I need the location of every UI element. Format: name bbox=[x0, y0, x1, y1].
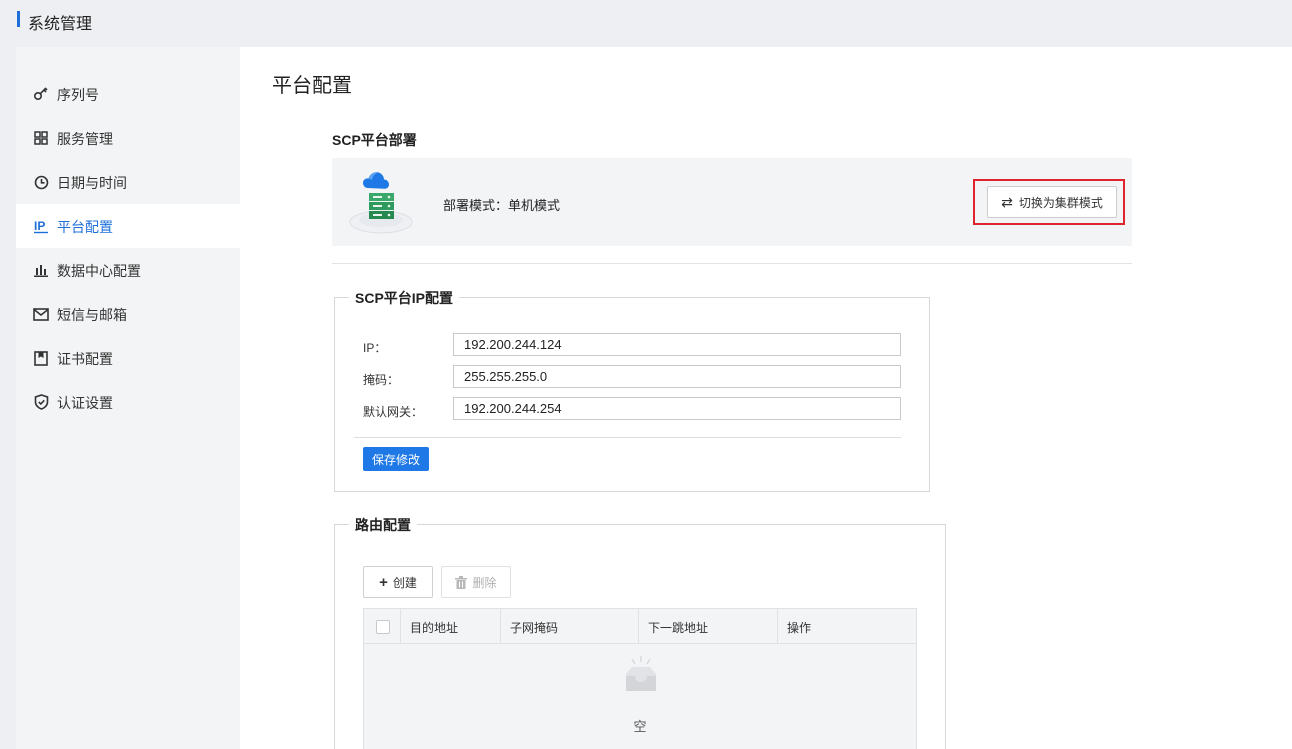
section-divider bbox=[332, 263, 1132, 264]
column-header-next-hop: 下一跳地址 bbox=[638, 609, 777, 644]
sidebar: 序列号 服务管理 日期与时间 IP 平台配置 数据中心配置 短信与邮箱 证书配置… bbox=[16, 47, 240, 749]
column-header-actions: 操作 bbox=[777, 609, 916, 644]
sidebar-item-datetime[interactable]: 日期与时间 bbox=[16, 160, 240, 204]
bar-chart-icon bbox=[33, 262, 49, 278]
sidebar-item-label: 序列号 bbox=[57, 87, 99, 103]
create-button[interactable]: + 创建 bbox=[363, 566, 433, 598]
certificate-icon bbox=[33, 350, 49, 366]
mask-input[interactable] bbox=[453, 365, 901, 388]
top-bar: 系统管理 bbox=[0, 0, 1292, 46]
route-table: 目的地址 子网掩码 下一跳地址 操作 空 bbox=[363, 608, 917, 749]
sidebar-item-serial[interactable]: 序列号 bbox=[16, 72, 240, 116]
key-icon bbox=[33, 86, 49, 102]
delete-label: 删除 bbox=[472, 575, 497, 590]
sidebar-item-platform[interactable]: IP 平台配置 bbox=[16, 204, 240, 248]
select-all-checkbox[interactable] bbox=[376, 620, 390, 634]
delete-button[interactable]: 删除 bbox=[441, 566, 511, 598]
page-title: 平台配置 bbox=[272, 75, 352, 97]
svg-text:IP: IP bbox=[34, 219, 45, 233]
sidebar-item-label: 平台配置 bbox=[57, 219, 113, 235]
save-button[interactable]: 保存修改 bbox=[363, 447, 429, 471]
trash-icon bbox=[455, 575, 468, 589]
sidebar-item-certificate[interactable]: 证书配置 bbox=[16, 336, 240, 380]
switch-cluster-mode-label: 切换为集群模式 bbox=[1018, 195, 1103, 210]
sidebar-item-label: 短信与邮箱 bbox=[57, 307, 127, 323]
create-label: 创建 bbox=[392, 575, 417, 590]
mail-icon bbox=[33, 306, 49, 322]
main-panel: 平台配置 SCP平台部署 部署模式：单机模式 ⇄ 切换为集群模式 SCP平台IP… bbox=[240, 47, 1292, 749]
column-header-subnet-mask: 子网掩码 bbox=[500, 609, 638, 644]
plus-icon: + bbox=[379, 573, 388, 591]
table-header: 目的地址 子网掩码 下一跳地址 操作 bbox=[364, 609, 916, 644]
ip-icon: IP bbox=[33, 218, 49, 234]
sidebar-item-label: 证书配置 bbox=[57, 351, 113, 367]
app-title: 系统管理 bbox=[28, 16, 93, 33]
sidebar-item-label: 认证设置 bbox=[57, 395, 113, 411]
sidebar-item-service[interactable]: 服务管理 bbox=[16, 116, 240, 160]
mask-label: 掩码： bbox=[363, 373, 400, 387]
column-header-destination: 目的地址 bbox=[400, 609, 500, 644]
server-cloud-icon bbox=[348, 168, 414, 236]
ip-input[interactable] bbox=[453, 333, 901, 356]
gateway-input[interactable] bbox=[453, 397, 901, 420]
sidebar-item-label: 日期与时间 bbox=[57, 175, 127, 191]
clock-icon bbox=[33, 174, 49, 190]
sidebar-item-sms-mail[interactable]: 短信与邮箱 bbox=[16, 292, 240, 336]
title-accent-bar bbox=[17, 11, 20, 27]
deploy-mode-text: 部署模式：单机模式 bbox=[443, 198, 561, 213]
grid-icon bbox=[33, 130, 49, 146]
sidebar-item-datacenter[interactable]: 数据中心配置 bbox=[16, 248, 240, 292]
ip-config-legend: SCP平台IP配置 bbox=[349, 288, 460, 308]
swap-icon: ⇄ bbox=[1001, 193, 1013, 210]
table-body: 空 bbox=[364, 644, 916, 749]
empty-inbox-icon bbox=[616, 654, 666, 699]
sidebar-item-auth[interactable]: 认证设置 bbox=[16, 380, 240, 424]
shield-icon bbox=[33, 394, 49, 410]
sidebar-item-label: 数据中心配置 bbox=[57, 263, 141, 279]
gateway-label: 默认网关： bbox=[363, 405, 424, 419]
form-divider bbox=[354, 437, 901, 438]
route-config-legend: 路由配置 bbox=[349, 515, 417, 535]
sidebar-item-label: 服务管理 bbox=[57, 131, 113, 147]
empty-text: 空 bbox=[633, 719, 647, 734]
switch-cluster-mode-button[interactable]: ⇄ 切换为集群模式 bbox=[987, 186, 1117, 218]
deploy-section-title: SCP平台部署 bbox=[332, 132, 417, 148]
deploy-panel: 部署模式：单机模式 ⇄ 切换为集群模式 bbox=[332, 158, 1132, 246]
ip-label: IP： bbox=[363, 341, 387, 355]
